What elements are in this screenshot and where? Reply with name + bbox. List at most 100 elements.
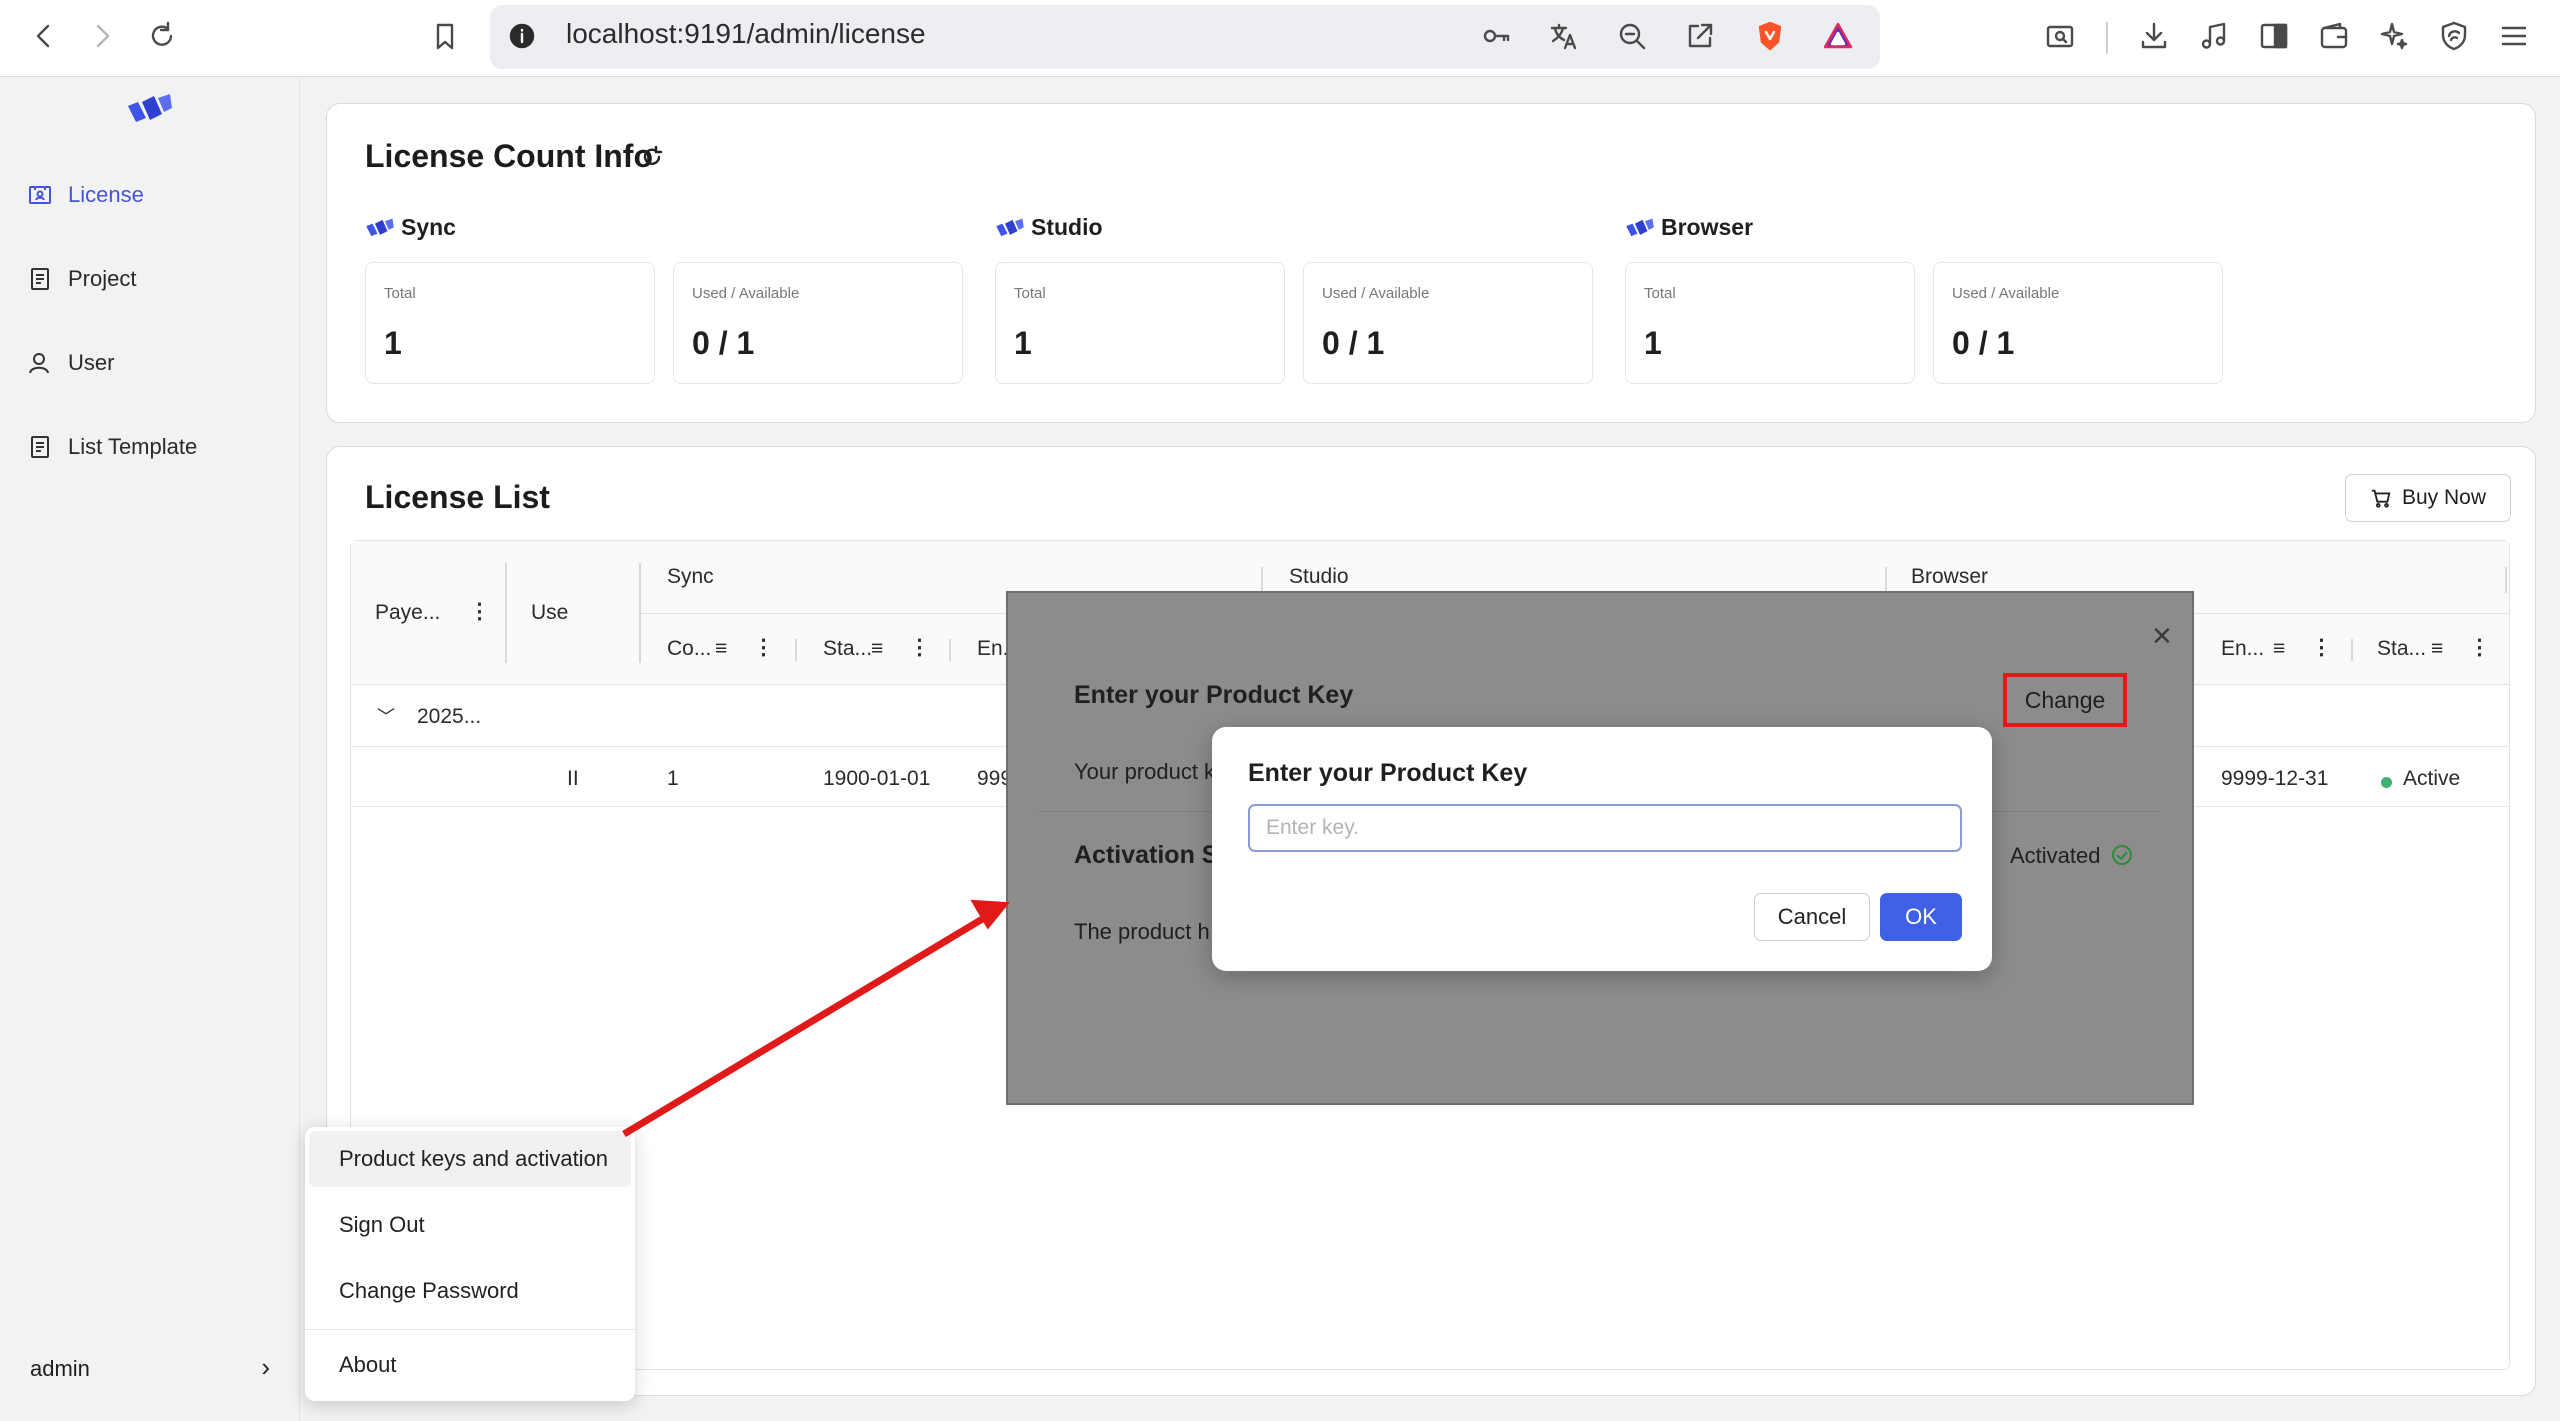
product-logo-icon <box>366 218 394 236</box>
stat-used-studio: Used / Available 0 / 1 <box>1303 262 1593 384</box>
menu-item-sign-out[interactable]: Sign Out <box>309 1197 631 1253</box>
document-icon <box>31 436 49 458</box>
license-list-title: License List <box>365 479 550 515</box>
filter-icon[interactable]: ≡ <box>715 637 727 661</box>
forward-icon[interactable] <box>82 16 122 56</box>
enter-key-dialog: Enter your Product Key Cancel OK <box>1212 727 1992 971</box>
refresh-icon[interactable] <box>639 144 665 175</box>
info-icon[interactable] <box>502 16 542 56</box>
column-header-payee[interactable]: Paye... <box>375 601 440 625</box>
reload-icon[interactable] <box>142 16 182 56</box>
share-icon[interactable] <box>1680 16 1720 56</box>
url-text[interactable]: localhost:9191/admin/license <box>566 18 926 50</box>
activation-status: Activated <box>2010 843 2101 868</box>
dialog-title: Enter your Product Key <box>1248 759 1528 787</box>
sidebar-item-license[interactable]: License <box>28 175 144 215</box>
menu-item-product-keys[interactable]: Product keys and activation <box>309 1131 631 1187</box>
media-icon[interactable] <box>2194 16 2234 56</box>
username: admin <box>30 1356 90 1381</box>
bookmark-icon[interactable] <box>425 16 465 56</box>
vpn-icon[interactable] <box>2434 16 2474 56</box>
ok-button[interactable]: OK <box>1880 893 1962 941</box>
sidebar-item-project[interactable]: Project <box>28 259 136 299</box>
stat-value: 0 / 1 <box>1322 325 1385 361</box>
menu-icon[interactable] <box>2494 16 2534 56</box>
product-heading-studio: Studio <box>995 214 1103 241</box>
column-header-sync: Sync <box>667 565 714 588</box>
stat-total-sync: Total 1 <box>365 262 655 384</box>
browser-toolbar: localhost:9191/admin/license <box>0 0 2560 77</box>
cell-browser-end: 9999-12-31 <box>2221 767 2329 790</box>
cell-count: 1 <box>667 767 679 790</box>
user-menu: Product keys and activation Sign Out Cha… <box>305 1127 635 1401</box>
column-header-browser-status[interactable]: Sta... <box>2377 637 2426 661</box>
filter-icon[interactable]: ≡ <box>871 637 883 661</box>
column-menu-icon[interactable]: ⋮ <box>2469 635 2490 660</box>
menu-item-about[interactable]: About <box>309 1337 631 1393</box>
column-menu-icon[interactable]: ⋮ <box>2311 635 2332 660</box>
modal-heading-product-key: Enter your Product Key <box>1074 681 1354 709</box>
zoom-out-icon[interactable] <box>1612 16 1652 56</box>
leo-ai-icon[interactable] <box>2374 16 2414 56</box>
chevron-down-icon[interactable]: ﹀ <box>377 703 395 729</box>
product-key-input[interactable] <box>1248 804 1962 852</box>
product-logo-icon <box>1626 218 1654 236</box>
column-menu-icon[interactable]: ⋮ <box>469 599 490 624</box>
change-key-button[interactable]: Change <box>2003 673 2127 727</box>
sidebar-item-label: License <box>68 182 144 207</box>
cancel-button[interactable]: Cancel <box>1754 893 1870 941</box>
product-key-text: Your product k <box>1074 759 1216 784</box>
group-label: 2025... <box>417 705 482 728</box>
column-header-browser: Browser <box>1911 565 1989 588</box>
translate-icon[interactable] <box>1544 16 1584 56</box>
column-header-count[interactable]: Co... <box>667 637 711 661</box>
product-name: Studio <box>1031 214 1103 240</box>
download-icon[interactable] <box>2134 16 2174 56</box>
sidebar-icon[interactable] <box>2254 16 2294 56</box>
stat-label: Total <box>384 285 416 302</box>
sidebar-item-user[interactable]: User <box>28 343 114 383</box>
column-header-studio: Studio <box>1289 565 1349 588</box>
sidebar-item-label: List Template <box>68 434 198 459</box>
stat-value: 1 <box>1644 325 1662 361</box>
brave-rewards-icon[interactable] <box>1818 16 1858 56</box>
user-icon <box>29 353 49 374</box>
product-heading-browser: Browser <box>1625 214 1753 241</box>
stat-label: Used / Available <box>1952 285 2060 302</box>
license-count-title: License Count Info <box>365 138 653 174</box>
column-header-browser-end[interactable]: En... <box>2221 637 2264 661</box>
license-icon <box>29 186 51 204</box>
buy-now-button[interactable]: Buy Now <box>2345 474 2511 522</box>
key-icon[interactable] <box>1476 16 1516 56</box>
filter-icon[interactable]: ≡ <box>2273 637 2285 661</box>
sidebar-item-label: Project <box>68 266 137 291</box>
stat-label: Total <box>1644 285 1676 302</box>
chevron-right-icon: › <box>261 1352 270 1382</box>
filter-icon[interactable]: ≡ <box>2431 637 2443 661</box>
menu-item-change-password[interactable]: Change Password <box>309 1263 631 1319</box>
screenshot-icon[interactable] <box>2040 16 2080 56</box>
stat-label: Total <box>1014 285 1046 302</box>
status-badge: Active <box>2403 767 2461 790</box>
modal-heading-activation: Activation St <box>1074 841 1227 869</box>
app-logo <box>126 92 174 131</box>
brave-shield-icon[interactable] <box>1750 16 1790 56</box>
sidebar: License Project User List Template <box>0 78 300 1421</box>
back-icon[interactable] <box>24 16 64 56</box>
wallet-icon[interactable] <box>2314 16 2354 56</box>
user-account-toggle[interactable]: admin › <box>30 1352 270 1382</box>
column-header-start[interactable]: Sta... <box>823 637 872 661</box>
check-circle-icon <box>2110 843 2134 872</box>
column-header-use[interactable]: Use <box>531 601 568 625</box>
license-count-card: License Count Info Sync Total 1 Used / A… <box>326 103 2536 423</box>
sidebar-item-list-template[interactable]: List Template <box>28 427 197 467</box>
product-name: Sync <box>401 214 456 240</box>
stat-value: 0 / 1 <box>1952 325 2015 361</box>
stat-value: 0 / 1 <box>692 325 755 361</box>
column-menu-icon[interactable]: ⋮ <box>909 635 930 660</box>
activation-text: The product h <box>1074 919 1210 944</box>
stat-total-studio: Total 1 <box>995 262 1285 384</box>
close-icon[interactable]: × <box>2152 617 2172 656</box>
stat-value: 1 <box>1014 325 1032 361</box>
column-menu-icon[interactable]: ⋮ <box>753 635 774 660</box>
